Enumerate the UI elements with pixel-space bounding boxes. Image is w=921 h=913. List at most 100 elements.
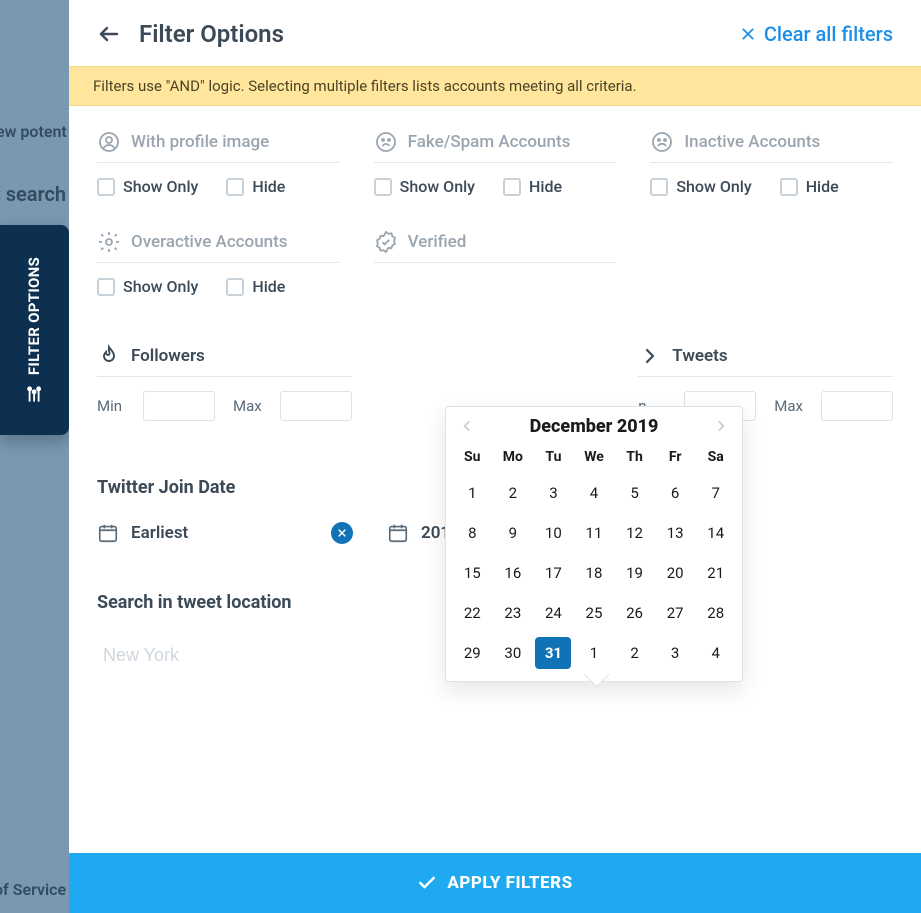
calendar-day[interactable]: 12 — [614, 513, 655, 553]
close-icon — [740, 26, 756, 42]
calendar-day[interactable]: 2 — [614, 633, 655, 673]
calendar-dow: Fr — [655, 443, 696, 473]
filter-inactive: Inactive Accounts Show Only Hide — [650, 130, 893, 196]
min-label: Min — [97, 397, 125, 415]
overactive-show-only[interactable]: Show Only — [97, 277, 198, 296]
calendar-day[interactable]: 8 — [452, 513, 493, 553]
earliest-date-field[interactable]: Earliest — [97, 522, 353, 544]
followers-stat: Followers Min Max — [97, 344, 352, 421]
calendar-day[interactable]: 2 — [493, 473, 534, 513]
calendar-day[interactable]: 15 — [452, 553, 493, 593]
calendar-day[interactable]: 28 — [695, 593, 736, 633]
calendar-day[interactable]: 11 — [574, 513, 615, 553]
calendar-icon — [387, 522, 409, 544]
gear-icon — [97, 230, 121, 254]
panel-content: With profile image Show Only Hide Fake/S… — [69, 106, 921, 913]
calendar-dow: Sa — [695, 443, 736, 473]
chevron-right-icon — [638, 344, 662, 368]
calendar-day[interactable]: 3 — [533, 473, 574, 513]
calendar-day[interactable]: 26 — [614, 593, 655, 633]
calendar-day[interactable]: 24 — [533, 593, 574, 633]
panel-header: Filter Options Clear all filters — [69, 0, 921, 66]
calendar-next-button[interactable] — [710, 415, 732, 437]
calendar-day[interactable]: 20 — [655, 553, 696, 593]
calendar-day[interactable]: 30 — [493, 633, 534, 673]
backdrop-text-2: t search — [0, 182, 66, 206]
backdrop-text-1: ew potent — [0, 122, 67, 141]
calendar-day[interactable]: 6 — [655, 473, 696, 513]
calendar-day[interactable]: 10 — [533, 513, 574, 553]
calendar-day[interactable]: 31 — [533, 633, 574, 673]
apply-filters-button[interactable]: APPLY FILTERS — [69, 853, 921, 913]
frown-icon — [650, 130, 674, 154]
stat-label: Followers — [131, 346, 205, 366]
apply-filters-label: APPLY FILTERS — [447, 873, 572, 893]
overactive-hide[interactable]: Hide — [226, 277, 285, 296]
followers-min-input[interactable] — [143, 391, 215, 421]
calendar-day[interactable]: 18 — [574, 553, 615, 593]
calendar-dow: Su — [452, 443, 493, 473]
calendar-day[interactable]: 3 — [655, 633, 696, 673]
max-label: Max — [774, 397, 803, 415]
chevron-right-icon — [714, 419, 728, 433]
clear-all-filters-button[interactable]: Clear all filters — [740, 22, 893, 46]
calendar-day[interactable]: 16 — [493, 553, 534, 593]
filter-fake-spam: Fake/Spam Accounts Show Only Hide — [374, 130, 617, 196]
info-banner: Filters use "AND" logic. Selecting multi… — [69, 66, 921, 106]
filter-profile-image: With profile image Show Only Hide — [97, 130, 340, 196]
fake-spam-show-only[interactable]: Show Only — [374, 177, 475, 196]
page-title: Filter Options — [139, 20, 284, 48]
calendar-day[interactable]: 25 — [574, 593, 615, 633]
profile-image-hide[interactable]: Hide — [226, 177, 285, 196]
calendar-prev-button[interactable] — [456, 415, 478, 437]
calendar-dow: Mo — [493, 443, 534, 473]
flame-icon — [97, 344, 121, 368]
date-picker-popover: December 2019 SuMoTuWeThFrSa123456789101… — [445, 406, 743, 682]
filter-verified: Verified — [374, 230, 617, 296]
calendar-icon — [97, 522, 119, 544]
inactive-show-only[interactable]: Show Only — [650, 177, 751, 196]
back-arrow-icon[interactable] — [97, 22, 121, 46]
sliders-icon — [26, 385, 44, 403]
filter-label: Overactive Accounts — [131, 232, 288, 252]
calendar-day[interactable]: 9 — [493, 513, 534, 553]
filter-panel: Filter Options Clear all filters Filters… — [69, 0, 921, 913]
calendar-day[interactable]: 29 — [452, 633, 493, 673]
filter-label: With profile image — [131, 132, 269, 152]
side-tab-label: FILTER OPTIONS — [26, 257, 44, 375]
profile-icon — [97, 130, 121, 154]
fake-spam-hide[interactable]: Hide — [503, 177, 562, 196]
calendar-day[interactable]: 14 — [695, 513, 736, 553]
sad-face-icon — [374, 130, 398, 154]
calendar-dow: We — [574, 443, 615, 473]
inactive-hide[interactable]: Hide — [780, 177, 839, 196]
calendar-day[interactable]: 27 — [655, 593, 696, 633]
calendar-day[interactable]: 5 — [614, 473, 655, 513]
verified-badge-icon — [374, 230, 398, 254]
calendar-day[interactable]: 1 — [452, 473, 493, 513]
calendar-day[interactable]: 19 — [614, 553, 655, 593]
backdrop-text-3: of Service — [0, 880, 66, 899]
filter-overactive: Overactive Accounts Show Only Hide — [97, 230, 340, 296]
tweets-max-input[interactable] — [821, 391, 893, 421]
calendar-day[interactable]: 21 — [695, 553, 736, 593]
calendar-day[interactable]: 22 — [452, 593, 493, 633]
filter-label: Fake/Spam Accounts — [408, 132, 571, 152]
calendar-day[interactable]: 4 — [574, 473, 615, 513]
calendar-day[interactable]: 7 — [695, 473, 736, 513]
followers-max-input[interactable] — [280, 391, 352, 421]
calendar-month-label: December 2019 — [530, 416, 659, 437]
calendar-day[interactable]: 17 — [533, 553, 574, 593]
filter-label: Verified — [408, 232, 467, 252]
clear-all-filters-label: Clear all filters — [764, 22, 893, 46]
x-icon — [337, 528, 347, 538]
calendar-dow: Th — [614, 443, 655, 473]
calendar-day[interactable]: 4 — [695, 633, 736, 673]
calendar-day[interactable]: 23 — [493, 593, 534, 633]
calendar-day[interactable]: 13 — [655, 513, 696, 553]
earliest-date-value: Earliest — [131, 523, 319, 543]
clear-earliest-button[interactable] — [331, 522, 353, 544]
profile-image-show-only[interactable]: Show Only — [97, 177, 198, 196]
filter-options-side-tab[interactable]: FILTER OPTIONS — [0, 225, 69, 435]
max-label: Max — [233, 397, 262, 415]
